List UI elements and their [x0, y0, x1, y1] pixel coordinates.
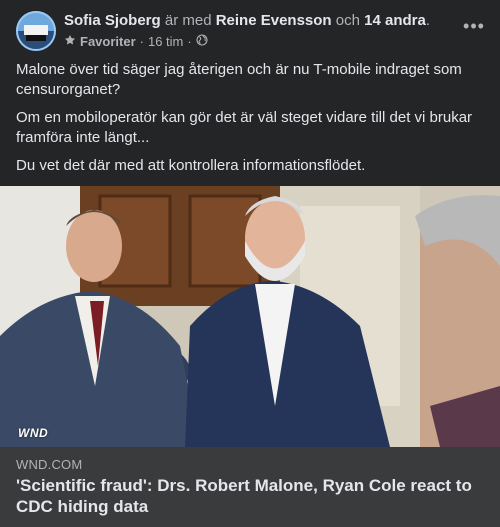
feed-post: Sofia Sjoberg är med Reine Evensson och … — [0, 0, 500, 527]
author-avatar[interactable] — [16, 11, 56, 51]
star-icon — [64, 34, 76, 50]
others-link[interactable]: 14 andra — [364, 12, 426, 29]
meta-separator-2: · — [187, 34, 192, 49]
tagged-person[interactable]: Reine Evensson — [216, 12, 332, 29]
post-paragraph-1: Malone över tid säger jag återigen och ä… — [16, 61, 462, 98]
post-author-line: Sofia Sjoberg är med Reine Evensson och … — [64, 11, 430, 30]
avatar-image — [16, 11, 56, 51]
link-headline[interactable]: 'Scientific fraud': Drs. Robert Malone, … — [16, 475, 484, 517]
globe-icon — [196, 34, 208, 50]
post-header: Sofia Sjoberg är med Reine Evensson och … — [16, 10, 484, 54]
link-preview-info[interactable]: WND.COM 'Scientific fraud': Drs. Robert … — [0, 447, 500, 527]
period: . — [425, 12, 431, 29]
with-text: är med — [160, 12, 216, 29]
post-paragraph-3: Du vet det där med att kontrollera infor… — [16, 157, 366, 174]
and-text: och — [331, 12, 365, 29]
author-name[interactable]: Sofia Sjoberg — [64, 12, 161, 29]
more-options-button[interactable]: ••• — [460, 16, 488, 36]
meta-separator: · — [139, 34, 144, 49]
more-horizontal-icon: ••• — [463, 15, 485, 36]
link-preview-image[interactable]: WND — [0, 186, 500, 447]
post-text: Malone över tid säger jag återigen och ä… — [16, 60, 486, 184]
post-meta: Favoriter · 16 tim · — [64, 34, 208, 50]
wnd-watermark: WND — [18, 426, 49, 440]
link-domain: WND.COM — [16, 457, 83, 472]
post-time[interactable]: 16 tim — [148, 34, 183, 50]
article-photo — [0, 186, 500, 447]
favorites-label[interactable]: Favoriter — [80, 34, 136, 50]
post-paragraph-2: Om en mobiloperatör kan gör det är väl s… — [16, 109, 473, 146]
